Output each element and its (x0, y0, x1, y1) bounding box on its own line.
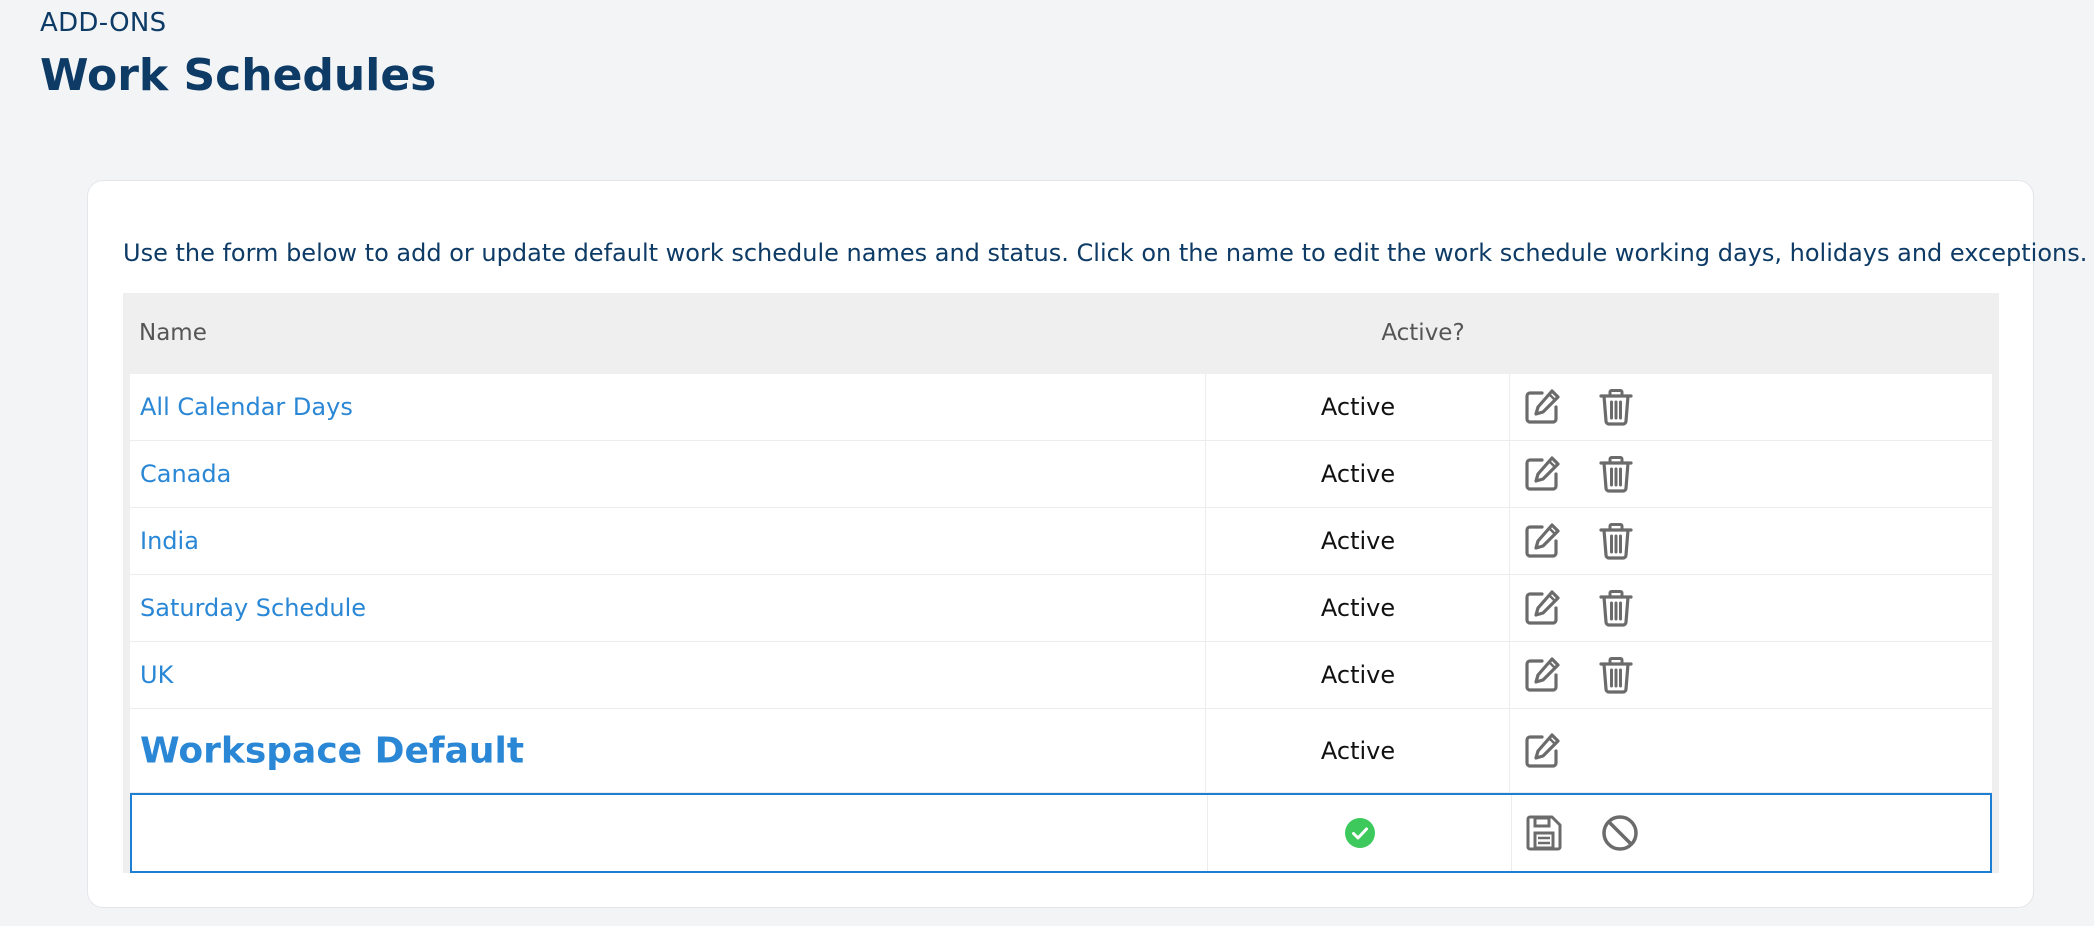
check-circle-icon[interactable] (1344, 817, 1376, 849)
actions-cell (1510, 374, 1992, 440)
name-cell: Canada (130, 441, 1206, 507)
status-text: Active (1320, 527, 1396, 555)
cancel-icon[interactable] (1600, 813, 1640, 853)
section-label: ADD-ONS (40, 8, 167, 38)
active-cell (1208, 795, 1512, 871)
trash-icon[interactable] (1596, 521, 1636, 561)
active-cell: Active (1206, 575, 1510, 641)
name-cell: Workspace Default (130, 709, 1206, 792)
status-text: Active (1320, 661, 1396, 689)
active-cell: Active (1206, 709, 1510, 792)
trash-icon[interactable] (1596, 454, 1636, 494)
table-row: Workspace Default Active (130, 709, 1992, 793)
schedule-name-link[interactable]: Canada (140, 460, 231, 488)
edit-icon[interactable] (1522, 731, 1562, 771)
schedule-name-link[interactable]: All Calendar Days (140, 393, 353, 421)
status-text: Active (1320, 393, 1396, 421)
active-cell: Active (1206, 508, 1510, 574)
column-header-name[interactable]: Name (139, 320, 207, 346)
schedule-name-link[interactable]: Saturday Schedule (140, 594, 366, 622)
name-cell: UK (130, 642, 1206, 708)
name-cell (132, 795, 1208, 871)
name-cell: India (130, 508, 1206, 574)
edit-icon[interactable] (1522, 655, 1562, 695)
table-row: Canada Active (130, 441, 1992, 508)
intro-text: Use the form below to add or update defa… (123, 239, 2088, 267)
table-row: Saturday Schedule Active (130, 575, 1992, 642)
edit-icon[interactable] (1522, 387, 1562, 427)
table-header: Name Active? (123, 293, 1999, 374)
active-cell: Active (1206, 441, 1510, 507)
table-row: India Active (130, 508, 1992, 575)
new-schedule-row (130, 793, 1992, 873)
actions-cell (1510, 508, 1992, 574)
page-title: Work Schedules (40, 50, 437, 101)
actions-cell (1510, 642, 1992, 708)
actions-cell (1510, 441, 1992, 507)
status-text: Active (1320, 460, 1396, 488)
table-row: All Calendar Days Active (130, 374, 1992, 441)
trash-icon[interactable] (1596, 588, 1636, 628)
active-cell: Active (1206, 374, 1510, 440)
actions-cell (1510, 575, 1992, 641)
edit-icon[interactable] (1522, 521, 1562, 561)
trash-icon[interactable] (1596, 387, 1636, 427)
status-text: Active (1320, 594, 1396, 622)
schedule-name-link[interactable]: UK (140, 661, 173, 689)
table-row: UK Active (130, 642, 1992, 709)
new-schedule-name-input[interactable] (138, 801, 1201, 865)
column-header-active[interactable]: Active? (1323, 320, 1523, 346)
schedule-name-link[interactable]: India (140, 527, 199, 555)
save-icon[interactable] (1524, 813, 1564, 853)
status-text: Active (1320, 736, 1396, 765)
schedule-name-link[interactable]: Workspace Default (140, 730, 524, 771)
work-schedules-table: Name Active? All Calendar Days Active Ca… (123, 293, 1999, 873)
work-schedules-card: Use the form below to add or update defa… (87, 180, 2087, 908)
name-cell: All Calendar Days (130, 374, 1206, 440)
name-cell: Saturday Schedule (130, 575, 1206, 641)
edit-icon[interactable] (1522, 454, 1562, 494)
trash-icon[interactable] (1596, 655, 1636, 695)
edit-icon[interactable] (1522, 588, 1562, 628)
active-cell: Active (1206, 642, 1510, 708)
actions-cell (1510, 709, 1992, 792)
actions-cell (1512, 795, 1994, 871)
